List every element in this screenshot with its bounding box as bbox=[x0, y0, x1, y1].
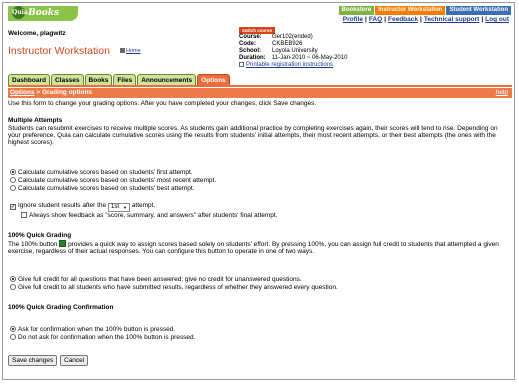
welcome-message: Welcome, plagwitz bbox=[8, 30, 66, 37]
radio-no-confirmation[interactable] bbox=[10, 334, 16, 340]
radio-first-attempt[interactable] bbox=[10, 169, 16, 175]
log-out-link[interactable]: Log out bbox=[485, 16, 509, 23]
home-link[interactable]: Home bbox=[120, 48, 141, 54]
confirmation-heading: 100% Quick Grading Confirmation bbox=[8, 304, 114, 311]
breadcrumb-options-link[interactable]: Options bbox=[10, 89, 35, 96]
save-changes-button[interactable]: Save changes bbox=[8, 355, 58, 366]
nav-instructor-workstation[interactable]: Instructor Workstation bbox=[375, 6, 446, 15]
logo-text: Books bbox=[28, 8, 60, 18]
hundred-percent-button-icon bbox=[59, 240, 67, 247]
printable-instructions-link[interactable]: Printable registration instructions bbox=[239, 62, 351, 69]
home-link-label: Home bbox=[126, 48, 141, 54]
technical-support-link[interactable]: Technical support bbox=[424, 16, 480, 23]
radio-best-attempt[interactable] bbox=[10, 185, 16, 191]
radio-credit-all-submitted[interactable] bbox=[10, 284, 16, 290]
switch-course-button[interactable]: switch course bbox=[239, 27, 276, 34]
page-title: Instructor Workstation bbox=[8, 45, 110, 57]
printer-icon bbox=[239, 62, 244, 67]
quick-grading-description: The 100% button provides a quick way to … bbox=[8, 240, 499, 255]
tab-underline bbox=[8, 85, 512, 87]
nav-student-workstation[interactable]: Student Workstation bbox=[446, 6, 511, 15]
option-credit-answered[interactable]: Give full credit for all questions that … bbox=[10, 276, 302, 283]
always-show-feedback-checkbox[interactable] bbox=[21, 212, 27, 218]
breadcrumb: Options > Grading options help bbox=[8, 88, 512, 98]
breadcrumb-current: > Grading options bbox=[34, 89, 93, 96]
feedback-link[interactable]: Feedback bbox=[388, 16, 418, 23]
radio-credit-answered[interactable] bbox=[10, 276, 16, 282]
option-best-attempt[interactable]: Calculate cumulative scores based on stu… bbox=[10, 185, 194, 192]
always-show-feedback-option[interactable]: Always show feedback as "score, summary,… bbox=[21, 212, 278, 219]
quia-logo-mark: Quia bbox=[12, 6, 28, 19]
profile-link[interactable]: Profile bbox=[343, 16, 363, 23]
radio-ask-confirmation[interactable] bbox=[10, 326, 16, 332]
chevron-down-icon: ▼ bbox=[123, 205, 127, 210]
option-most-recent-attempt[interactable]: Calculate cumulative scores based on stu… bbox=[10, 177, 216, 184]
cancel-button[interactable]: Cancel bbox=[60, 355, 89, 366]
multiple-attempts-description: Students can resubmit exercises to recei… bbox=[8, 125, 498, 146]
course-info: switch course Course: Ger102(ended) Code:… bbox=[239, 27, 351, 69]
option-ask-confirmation[interactable]: Ask for confirmation when the 100% butto… bbox=[10, 326, 175, 333]
duration-row: Duration: 11-Jan-2010 ~ 06-May-2010 bbox=[239, 55, 348, 61]
help-link[interactable]: help bbox=[496, 88, 508, 98]
quia-books-logo[interactable]: Quia Books bbox=[8, 6, 78, 21]
option-credit-all-submitted[interactable]: Give full credit to all students who hav… bbox=[10, 284, 338, 291]
home-icon bbox=[120, 48, 125, 53]
top-nav: Bookstore Instructor Workstation Student… bbox=[338, 6, 511, 15]
course-row: Course: Ger102(ended) bbox=[239, 34, 313, 40]
page-frame: Quia Books Bookstore Instructor Workstat… bbox=[2, 2, 515, 380]
faq-link[interactable]: FAQ bbox=[369, 16, 382, 23]
utility-links: Profile | FAQ | Feedback | Technical support | L… bbox=[342, 16, 509, 23]
quick-grading-heading: 100% Quick Grading bbox=[8, 232, 72, 239]
nav-bookstore[interactable]: Bookstore bbox=[338, 6, 375, 15]
attempt-select[interactable]: 1st ▼ bbox=[107, 203, 130, 212]
school-row: School: Loyola University bbox=[239, 48, 318, 54]
intro-text: Use this form to change your grading opt… bbox=[8, 100, 317, 107]
ignore-results-option: ✓ Ignore student results after the 1st ▼ a… bbox=[10, 202, 156, 212]
option-first-attempt[interactable]: Calculate cumulative scores based on stu… bbox=[10, 169, 193, 176]
option-no-confirmation[interactable]: Do not ask for confirmation when the 100… bbox=[10, 334, 195, 341]
code-row: Code: CKBEB926 bbox=[239, 41, 303, 47]
multiple-attempts-heading: Multiple Attempts bbox=[8, 117, 63, 124]
radio-most-recent-attempt[interactable] bbox=[10, 177, 16, 183]
ignore-results-checkbox[interactable]: ✓ bbox=[10, 204, 16, 210]
